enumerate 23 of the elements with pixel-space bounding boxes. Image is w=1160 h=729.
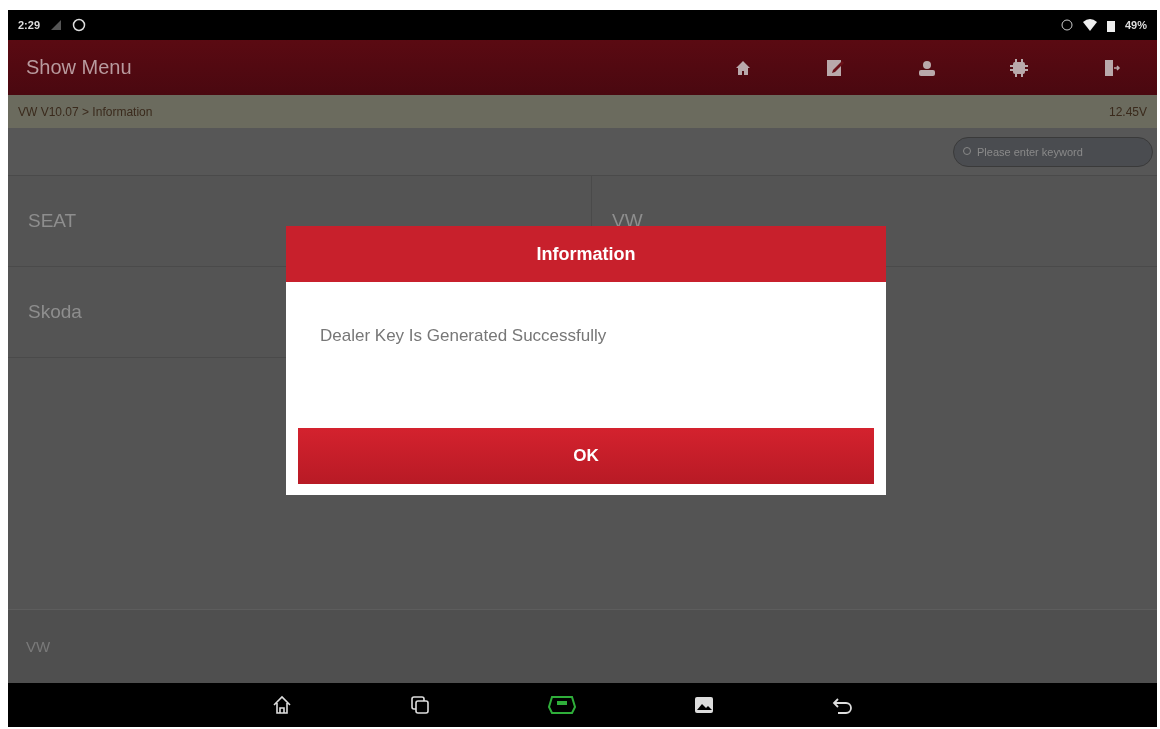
- image-icon[interactable]: [693, 696, 714, 714]
- car-connector-icon[interactable]: [547, 695, 576, 715]
- home-icon[interactable]: [734, 58, 752, 77]
- battery-icon: [1106, 18, 1115, 32]
- home-icon[interactable]: [271, 695, 292, 715]
- recent-apps-icon[interactable]: [409, 695, 430, 715]
- search-field[interactable]: Please enter keyword: [953, 136, 1153, 167]
- dialog-message: Dealer Key Is Generated Successfully: [320, 326, 607, 345]
- header-title: Show Menu: [26, 56, 133, 79]
- back-icon[interactable]: [831, 695, 854, 715]
- battery-level: 49%: [1124, 19, 1147, 31]
- dialog-title: Information: [286, 226, 886, 282]
- signal-icon: [50, 19, 63, 31]
- wifi-icon: [1082, 19, 1097, 31]
- breadcrumb: VW V10.07 > Information: [18, 104, 153, 119]
- user-icon[interactable]: [916, 58, 938, 77]
- voltage-reading: 12.45V: [1108, 104, 1147, 119]
- circle-icon: [1060, 19, 1073, 31]
- circle-icon: [72, 18, 87, 32]
- search-icon: [962, 146, 973, 157]
- ok-button[interactable]: OK: [298, 428, 874, 484]
- notepad-icon[interactable]: [825, 57, 845, 78]
- clock: 2:29: [18, 19, 41, 31]
